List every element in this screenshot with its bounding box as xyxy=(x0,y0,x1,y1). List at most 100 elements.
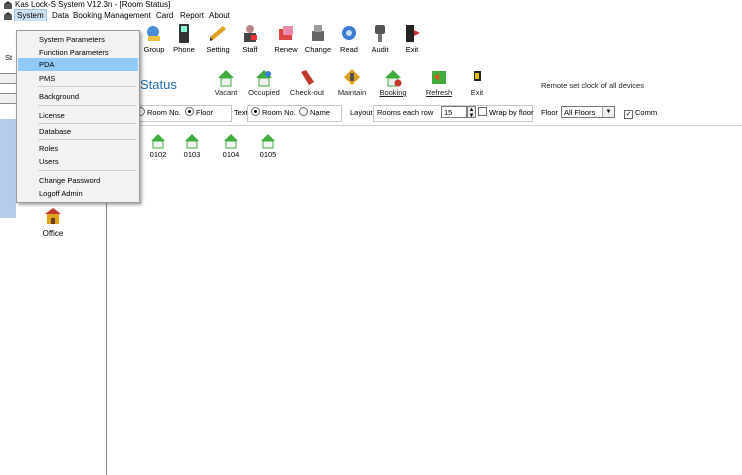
sort-floor-radio[interactable]: Floor xyxy=(185,107,213,119)
phone-button[interactable]: Phone xyxy=(169,23,199,61)
vacant-house-icon xyxy=(151,134,165,149)
menu-item-background[interactable]: Background xyxy=(18,90,138,103)
office-label: Office xyxy=(42,229,64,238)
floor-select[interactable]: All Floors ▼ xyxy=(561,106,615,118)
status-exit-button[interactable]: Exit xyxy=(457,68,497,98)
title-bar: Kas Lock-S System V12.3n - [Room Status] xyxy=(0,0,742,10)
room-number: 0104 xyxy=(222,150,240,159)
menu-booking-management[interactable]: Booking Management xyxy=(73,10,151,21)
menu-item-pda[interactable]: PDA xyxy=(18,58,138,71)
menu-item-pms[interactable]: PMS xyxy=(18,72,138,85)
checkbox-icon xyxy=(478,107,487,116)
menu-separator xyxy=(38,139,136,140)
menu-item-database[interactable]: Database xyxy=(18,125,138,138)
room-number: 0103 xyxy=(183,150,201,159)
setting-button[interactable]: Setting xyxy=(203,23,233,61)
remote-set-clock-link[interactable]: Remote set clock of all devices xyxy=(541,81,644,90)
exit-button[interactable]: Exit xyxy=(397,23,427,61)
system-menu: System Parameters Function Parameters PD… xyxy=(16,30,140,203)
office-item[interactable]: Office xyxy=(39,206,67,238)
occupied-house-icon xyxy=(256,70,272,87)
status-panel: Status Vacant Occupied Check-out Maintai… xyxy=(107,65,742,101)
room-tile[interactable]: 0105 xyxy=(256,133,280,160)
refresh-icon xyxy=(432,71,446,84)
room-number: 0105 xyxy=(259,150,277,159)
exit-icon xyxy=(406,25,420,42)
radio-icon xyxy=(299,107,308,116)
refresh-button[interactable]: Refresh xyxy=(419,68,459,98)
audit-button[interactable]: Audit xyxy=(365,23,395,61)
check-out-icon xyxy=(301,70,314,85)
menu-separator xyxy=(38,170,136,171)
booking-house-icon xyxy=(385,70,402,87)
menu-item-license[interactable]: License xyxy=(18,109,138,122)
change-button[interactable]: Change xyxy=(303,23,333,61)
room-number: 0102 xyxy=(149,150,167,159)
change-icon xyxy=(312,25,324,41)
text-name-radio[interactable]: Name xyxy=(299,107,330,119)
renew-button[interactable]: Renew xyxy=(271,23,301,61)
maintain-icon xyxy=(344,69,360,85)
text-label: Text xyxy=(234,108,248,117)
menu-item-roles[interactable]: Roles xyxy=(18,142,138,155)
room-tile[interactable]: 0103 xyxy=(180,133,204,160)
menu-separator xyxy=(38,123,136,124)
audit-icon xyxy=(375,25,385,42)
menu-system[interactable]: System xyxy=(14,9,47,22)
app-icon xyxy=(4,1,12,9)
staff-button[interactable]: Staff xyxy=(235,23,265,61)
chevron-down-icon: ▼ xyxy=(602,107,614,117)
menu-bar: System Data Booking Management Card Repo… xyxy=(0,9,742,22)
app-icon xyxy=(4,12,12,20)
rooms-each-row-label: Rooms each row xyxy=(377,108,434,117)
text-room-no-radio[interactable]: Room No. xyxy=(251,107,296,119)
renew-icon xyxy=(279,26,293,40)
vacant-button[interactable]: Vacant xyxy=(206,68,246,98)
menu-item-users[interactable]: Users xyxy=(18,155,138,168)
menu-report[interactable]: Report xyxy=(180,10,204,21)
menu-card[interactable]: Card xyxy=(156,10,173,21)
menu-item-system-parameters[interactable]: System Parameters xyxy=(18,33,138,46)
menu-about[interactable]: About xyxy=(209,10,230,21)
menu-item-logoff-admin[interactable]: Logoff Admin xyxy=(18,187,138,200)
group-icon xyxy=(147,26,160,41)
rooms-grid: 0102 0103 0104 0105 xyxy=(107,126,742,186)
maintain-button[interactable]: Maintain xyxy=(332,68,372,98)
vacant-house-icon xyxy=(224,134,238,149)
read-button[interactable]: Read xyxy=(334,23,364,61)
vacant-house-icon xyxy=(261,134,275,149)
checkbox-checked-icon: ✓ xyxy=(624,110,633,119)
menu-data[interactable]: Data xyxy=(52,10,69,21)
status-title: Status xyxy=(140,77,177,92)
vacant-house-icon xyxy=(218,70,234,87)
group-button[interactable]: Group xyxy=(139,23,169,61)
room-tile[interactable]: 0102 xyxy=(146,133,170,160)
floor-label: Floor xyxy=(541,108,559,117)
vacant-house-icon xyxy=(185,134,199,149)
window-title: Kas Lock-S System V12.3n - [Room Status] xyxy=(15,0,171,9)
left-pane-selection xyxy=(0,119,16,218)
room-tile[interactable]: 0104 xyxy=(219,133,243,160)
occupied-button[interactable]: Occupied xyxy=(244,68,284,98)
wrap-by-floor-checkbox[interactable]: Wrap by floor xyxy=(478,107,533,119)
radio-selected-icon xyxy=(251,107,260,116)
rooms-each-row-input[interactable]: 15 xyxy=(441,106,467,118)
sort-room-no-radio[interactable]: Room No. xyxy=(136,107,181,119)
radio-selected-icon xyxy=(185,107,194,116)
menu-separator xyxy=(38,105,136,106)
comm-checkbox[interactable]: ✓ Comm xyxy=(624,107,657,119)
read-icon xyxy=(342,26,356,40)
rooms-each-row-spinner[interactable]: ▲ ▼ xyxy=(467,106,476,119)
toolbar-partial-label: St xyxy=(5,53,13,62)
menu-item-change-password[interactable]: Change Password xyxy=(18,174,138,187)
options-bar: Room No. Floor Text Room No. Name Layout… xyxy=(107,101,742,126)
exit-icon xyxy=(474,71,481,81)
staff-icon xyxy=(244,25,257,42)
phone-icon xyxy=(179,24,189,43)
check-out-button[interactable]: Check-out xyxy=(287,68,327,98)
setting-icon xyxy=(210,26,226,41)
layout-label: Layout xyxy=(350,108,373,117)
menu-separator xyxy=(38,86,136,87)
office-building-icon xyxy=(45,208,61,224)
booking-button[interactable]: Booking xyxy=(373,68,413,98)
